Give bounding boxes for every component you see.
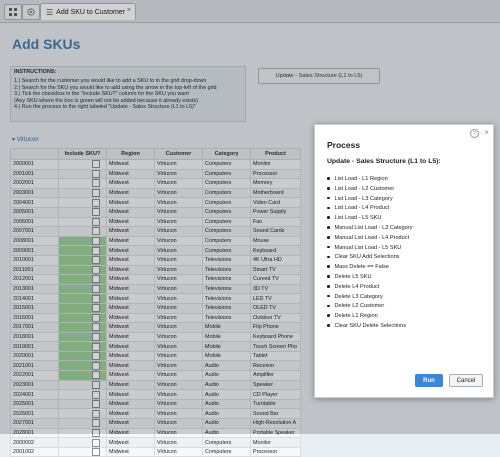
cancel-button[interactable]: Cancel: [449, 374, 483, 387]
sku-cell: 2001002: [10, 446, 59, 457]
dialog-subtitle: Update - Sales Structure (L1 to L5):: [327, 158, 441, 165]
process-step-label: Manual List Load - L5 SKU: [334, 244, 402, 251]
customer-cell: Virtucon: [154, 437, 203, 448]
process-dialog: ? × Process Update - Sales Structure (L1…: [314, 124, 494, 398]
process-step-label: List Load - L1 Region: [334, 176, 388, 182]
region-cell: Midwest: [106, 446, 155, 457]
include-sku-checkbox[interactable]: [92, 448, 100, 456]
process-step-label: Manual List Load - L4 Product: [334, 234, 410, 241]
category-cell: Computers: [202, 446, 251, 457]
category-cell: Computers: [202, 437, 251, 448]
process-step-label: Delete L3 Category: [334, 293, 383, 300]
process-step-label: Delete L5 SKU: [334, 273, 372, 280]
process-step-item: Clear SKU Delete Selections: [327, 322, 413, 332]
bullet-icon: [327, 196, 330, 200]
include-sku-checkbox[interactable]: [92, 438, 100, 447]
bullet-icon: [327, 314, 330, 317]
bullet-icon: [327, 255, 330, 259]
process-step-item: List Load - L5 SKU: [327, 214, 413, 224]
process-step-label: Delete L1 Region: [334, 313, 378, 320]
help-icon[interactable]: ?: [470, 129, 479, 138]
process-step-item: Manual List Load - L3 Category: [327, 224, 413, 234]
include-sku-cell: [58, 446, 107, 457]
region-cell: Midwest: [106, 437, 155, 448]
process-step-label: List Load - L2 Customer: [334, 185, 395, 192]
sku-cell: 2000002: [10, 437, 59, 448]
bullet-icon: [327, 324, 330, 327]
process-step-label: List Load - L4 Product: [334, 205, 390, 212]
bullet-icon: [327, 304, 330, 308]
bullet-icon: [327, 294, 330, 298]
process-step-item: Delete L1 Region: [327, 312, 413, 322]
process-step-label: Delete L4 Product: [334, 283, 380, 290]
bullet-icon: [327, 216, 330, 219]
process-step-item: Delete L2 Customer: [327, 302, 413, 312]
bullet-icon: [327, 187, 330, 190]
product-cell: Processor: [250, 446, 301, 457]
customer-cell: Virtucon: [154, 446, 203, 457]
table-row[interactable]: 2001002 Midwest Virtucon Computers Processor: [10, 446, 301, 457]
process-step-label: Mass Delete == False: [334, 264, 389, 271]
table-row[interactable]: 2000002 Midwest Virtucon Computers Monitor: [10, 437, 301, 448]
process-step-item: Clear SKU Add Selections: [327, 253, 413, 263]
include-sku-cell: [58, 437, 107, 448]
bullet-icon: [327, 275, 330, 278]
close-icon[interactable]: ×: [484, 128, 489, 137]
bullet-icon: [327, 236, 330, 239]
process-step-label: List Load - L5 SKU: [334, 215, 382, 222]
process-step-item: List Load - L1 Region: [327, 175, 413, 185]
process-step-label: Clear SKU Add Selections: [334, 254, 400, 261]
bullet-icon: [327, 206, 330, 210]
product-cell: Monitor: [250, 437, 301, 448]
bullet-icon: [327, 245, 330, 249]
bullet-icon: [327, 226, 330, 229]
bullet-icon: [327, 177, 330, 180]
process-step-item: Delete L3 Category: [327, 293, 413, 303]
process-step-item: List Load - L3 Category: [327, 195, 413, 205]
process-step-item: Delete L4 Product: [327, 283, 413, 293]
process-steps-list: List Load - L1 Region List Load - L2 Cust…: [327, 175, 413, 332]
process-step-item: Mass Delete == False: [327, 263, 413, 273]
process-step-label: List Load - L3 Category: [334, 195, 393, 202]
process-step-item: Manual List Load - L4 Product: [327, 234, 413, 244]
process-step-item: Manual List Load - L5 SKU: [327, 244, 413, 254]
process-step-label: Delete L2 Customer: [334, 303, 385, 310]
process-step-label: Clear SKU Delete Selections: [334, 322, 407, 329]
process-step-item: List Load - L2 Customer: [327, 185, 413, 195]
process-step-item: Delete L5 SKU: [327, 273, 413, 283]
bullet-icon: [327, 285, 330, 288]
process-step-item: List Load - L4 Product: [327, 204, 413, 214]
bullet-icon: [327, 265, 330, 268]
run-button[interactable]: Run: [415, 374, 443, 387]
dialog-title: Process: [327, 140, 361, 150]
process-step-label: Manual List Load - L3 Category: [334, 224, 413, 231]
